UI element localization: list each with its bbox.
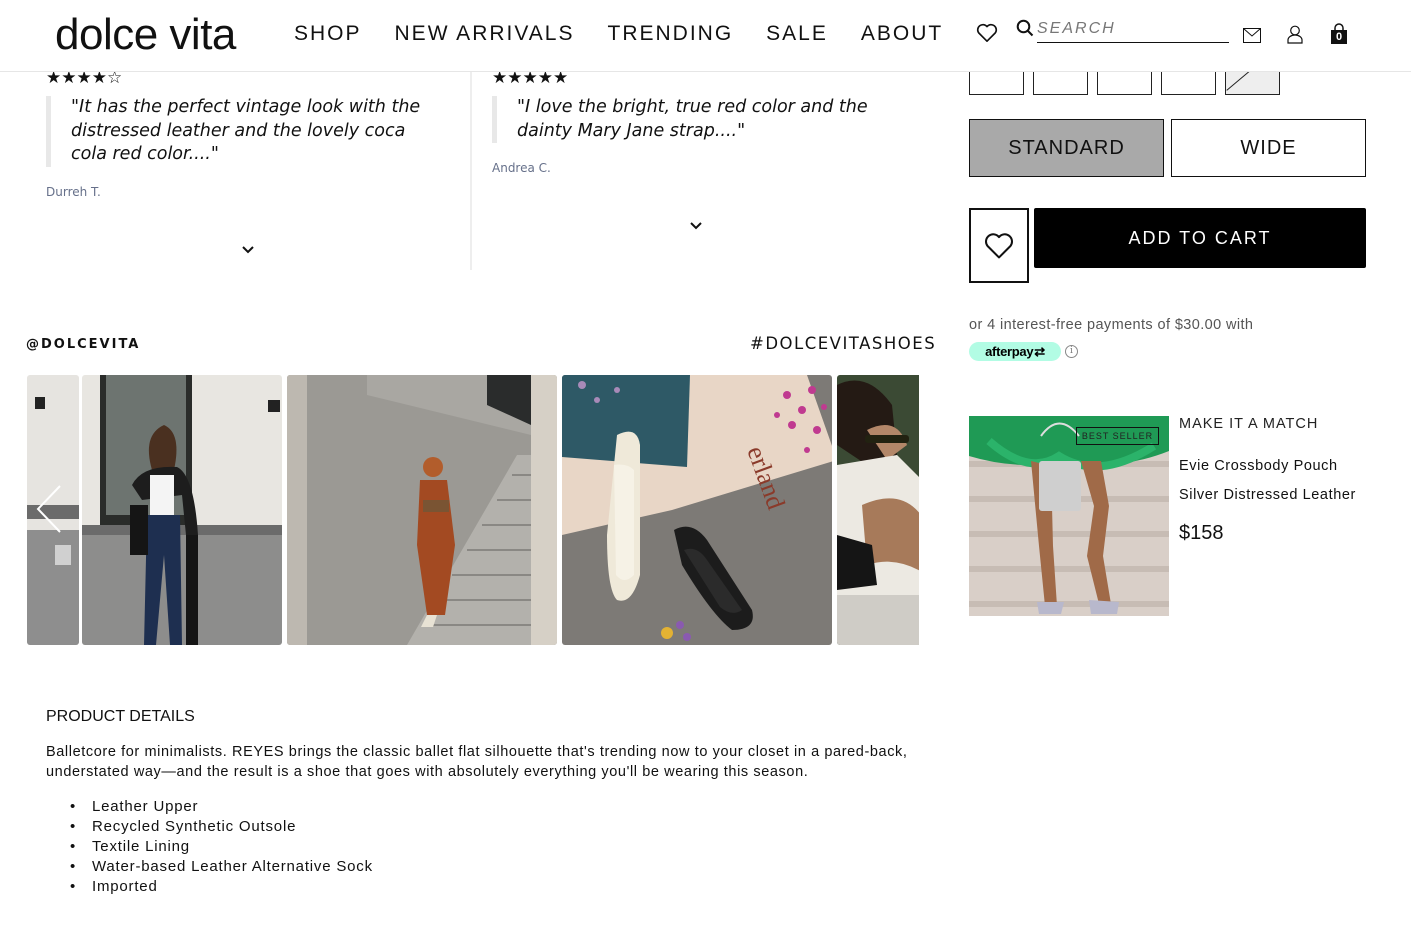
match-product-image[interactable]: BEST SELLER (969, 416, 1169, 616)
feature-item: Imported (70, 877, 373, 897)
width-standard-button[interactable]: STANDARD (969, 119, 1164, 177)
review-card: ★★★★☆ "It has the perfect vintage look w… (46, 68, 472, 270)
ugc-carousel: erland (26, 375, 919, 645)
match-photo (969, 416, 1169, 616)
user-icon[interactable] (1287, 25, 1303, 44)
feature-item: Leather Upper (70, 797, 373, 817)
product-details-title: PRODUCT DETAILS (46, 708, 195, 725)
main-nav: SHOP NEW ARRIVALS TRENDING SALE ABOUT (294, 22, 943, 46)
afterpay-logo: afterpay ⇄ (969, 342, 1061, 361)
nav-sale[interactable]: SALE (766, 22, 828, 46)
width-wide-button[interactable]: WIDE (1171, 119, 1366, 177)
chevron-down-icon[interactable] (690, 222, 702, 230)
feature-list: Leather Upper Recycled Synthetic Outsole… (70, 797, 373, 897)
mail-icon[interactable] (1243, 28, 1261, 43)
feature-item: Textile Lining (70, 837, 373, 857)
nav-shop[interactable]: SHOP (294, 22, 362, 46)
ugc-tile[interactable] (82, 375, 282, 645)
heart-icon (985, 232, 1013, 258)
nav-trending[interactable]: TRENDING (608, 22, 734, 46)
add-to-cart-button[interactable]: ADD TO CART (1034, 208, 1366, 268)
afterpay-arrows-icon: ⇄ (1034, 343, 1045, 359)
review-author: Andrea C. (492, 161, 551, 175)
chevron-down-icon[interactable] (242, 246, 254, 254)
afterpay-label: afterpay (985, 344, 1034, 359)
review-author: Durreh T. (46, 184, 101, 199)
ugc-photo (287, 375, 557, 645)
ugc-photo (837, 375, 919, 645)
add-to-wishlist-button[interactable] (969, 208, 1029, 283)
match-product-color: Silver Distressed Leather (1179, 487, 1356, 503)
review-quote: "I love the bright, true red color and t… (492, 96, 892, 143)
ugc-tile[interactable]: erland (562, 375, 832, 645)
site-header: dolce vita SHOP NEW ARRIVALS TRENDING SA… (0, 0, 1411, 72)
ugc-photo (82, 375, 282, 645)
carousel-prev-arrow-icon[interactable] (36, 484, 62, 534)
review-quote: "It has the perfect vintage look with th… (46, 96, 446, 167)
product-description: Balletcore for minimalists. REYES brings… (46, 744, 908, 780)
match-product-name[interactable]: Evie Crossbody Pouch (1179, 458, 1338, 474)
review-card: ★★★★★ "I love the bright, true red color… (492, 68, 912, 230)
match-product-price: $158 (1179, 522, 1224, 544)
search-icon[interactable] (1016, 19, 1034, 37)
nav-about[interactable]: ABOUT (861, 22, 943, 46)
cart-count: 0 (1335, 31, 1343, 43)
instagram-handle[interactable]: @DOLCEVITA (26, 337, 140, 352)
nav-new-arrivals[interactable]: NEW ARRIVALS (395, 22, 575, 46)
match-section-title: MAKE IT A MATCH (1179, 416, 1319, 432)
search-field (1037, 16, 1229, 43)
heart-icon[interactable] (976, 23, 998, 43)
best-seller-badge: BEST SELLER (1076, 427, 1159, 445)
feature-item: Recycled Synthetic Outsole (70, 817, 373, 837)
hashtag[interactable]: #DOLCEVITASHOES (750, 334, 936, 353)
logo[interactable]: dolce vita (55, 10, 236, 60)
width-selector: STANDARD WIDE (969, 119, 1366, 177)
search-input[interactable] (1037, 16, 1229, 41)
ugc-photo: erland (562, 375, 832, 645)
info-icon[interactable]: i (1065, 345, 1078, 358)
afterpay-text: or 4 interest-free payments of $30.00 wi… (969, 317, 1254, 333)
ugc-tile[interactable] (837, 375, 919, 645)
feature-item: Water-based Leather Alternative Sock (70, 857, 373, 877)
ugc-tile[interactable] (287, 375, 557, 645)
